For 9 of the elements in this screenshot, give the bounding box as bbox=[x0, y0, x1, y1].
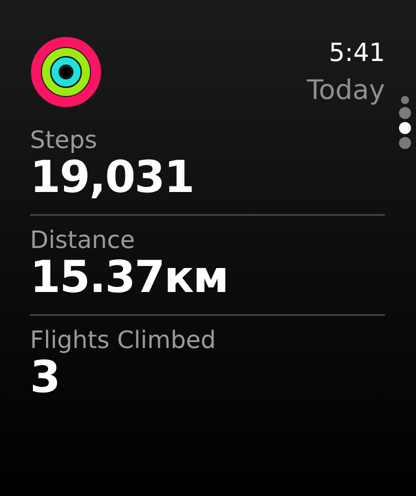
activity-rings-icon bbox=[30, 36, 102, 108]
clock-time: 5:41 bbox=[328, 38, 385, 68]
metric-value: 3 bbox=[30, 354, 60, 402]
metric-value: 15.37км bbox=[30, 254, 228, 302]
date-label: Today bbox=[306, 74, 385, 108]
metric-value: 19,031 bbox=[30, 154, 194, 202]
metric-label: Flights Climbed bbox=[30, 326, 216, 354]
metric-label: Distance bbox=[30, 226, 135, 254]
metric-label: Steps bbox=[30, 126, 98, 154]
